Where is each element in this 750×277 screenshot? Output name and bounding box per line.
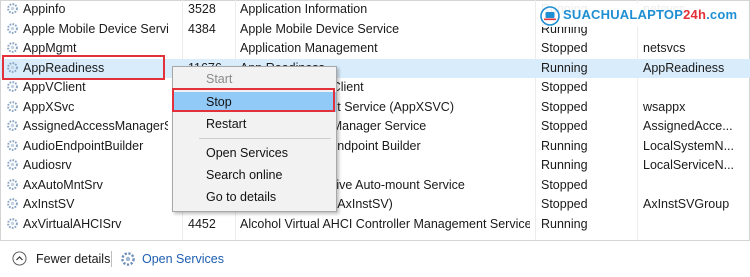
footer-divider (111, 251, 112, 267)
service-name: Audiosrv (6, 156, 168, 175)
service-name: AppXSvc (6, 98, 168, 117)
service-status: Stopped (541, 119, 588, 133)
service-gear-icon (6, 100, 19, 113)
service-name-text: Audiosrv (23, 158, 72, 172)
service-status: Stopped (541, 99, 588, 114)
service-gear-icon (6, 217, 19, 230)
service-name: AudioEndpointBuilder (6, 137, 168, 156)
fewer-details-link[interactable]: Fewer details (36, 250, 110, 268)
service-gear-icon (6, 80, 19, 93)
service-group: AppReadiness (643, 60, 725, 75)
service-gear-icon (6, 178, 19, 191)
menu-item-open-services[interactable]: Open Services (173, 143, 336, 163)
service-name-text: AppVClient (23, 80, 86, 94)
service-name-text: Appinfo (23, 2, 66, 16)
service-name: AxInstSV (6, 195, 168, 214)
service-row[interactable]: AxAutoMntSrv Alcohol Virtual Drive Auto-m… (0, 176, 750, 195)
service-group (643, 78, 748, 97)
footer-bar: Fewer details Open Services (0, 240, 750, 277)
service-description: Application Management (240, 41, 378, 55)
service-gear-icon (6, 2, 19, 15)
service-gear-icon (6, 22, 19, 35)
service-gear-icon (6, 119, 19, 132)
service-group: netsvcs (643, 41, 686, 55)
service-row[interactable]: AppVClientMicrosoft App-V ClientStopped (0, 78, 750, 97)
service-status: Stopped (541, 41, 588, 55)
service-name: AppVClient (6, 78, 168, 97)
service-description: Application Information (240, 2, 368, 16)
service-status: Running (541, 60, 588, 75)
service-description: Apple Mobile Device Service (240, 21, 400, 36)
watermark-logo: SUACHUALAPTOP24h.com (540, 3, 748, 27)
open-services-link[interactable]: Open Services (142, 250, 224, 268)
service-status: Stopped (541, 177, 588, 192)
service-name-text: AxAutoMntSrv (23, 177, 103, 192)
service-row[interactable]: AudiosrvWindows AudioRunningLocalService… (0, 156, 750, 175)
service-group: AssignedAcce... (643, 119, 733, 133)
menu-item-go-to-details[interactable]: Go to details (173, 187, 336, 207)
service-status: Stopped (541, 197, 588, 211)
menu-item-start: Start (206, 72, 233, 86)
service-name-text: AxVirtualAHCISrv (23, 216, 122, 231)
service-name-text: Apple Mobile Device Service (23, 21, 168, 36)
watermark-text: SUACHUALAPTOP24h.com (563, 7, 738, 22)
service-name-text: AudioEndpointBuilder (23, 138, 144, 153)
service-name-text: AppXSvc (23, 99, 75, 114)
highlight-box-appreadiness (2, 55, 165, 80)
service-status: Running (541, 138, 588, 153)
service-gear-icon (6, 139, 19, 152)
service-status: Stopped (541, 80, 588, 94)
services-table: Appinfo 3528 Application Information Runnin… (0, 0, 750, 240)
service-gear-icon (6, 197, 19, 210)
service-row[interactable]: AppXSvc AppX Deployment Service (AppXSVC)… (0, 98, 750, 117)
service-name-text: AssignedAccessManagerSvc (23, 119, 168, 133)
service-group: AxInstSVGroup (643, 197, 730, 211)
chevron-up-icon[interactable] (12, 251, 27, 266)
menu-separator (199, 138, 331, 139)
service-pid: 4384 (188, 21, 216, 36)
service-name: AxAutoMntSrv (6, 176, 168, 195)
service-row[interactable]: AssignedAccessManagerSvcAssignedAccessMa… (0, 117, 750, 136)
service-pid (188, 39, 234, 58)
service-gear-icon (6, 41, 19, 54)
menu-item-restart[interactable]: Restart (173, 114, 336, 134)
menu-item-search-online[interactable]: Search online (173, 165, 336, 185)
service-name-text: AxInstSV (23, 197, 75, 211)
service-name: Appinfo (6, 0, 168, 19)
services-gear-icon (121, 252, 135, 266)
laptop-logo-icon (540, 6, 560, 26)
service-name: Apple Mobile Device Service (6, 20, 168, 39)
service-status: Running (541, 158, 588, 172)
service-group (643, 215, 748, 234)
service-group: LocalServiceN... (643, 158, 735, 172)
service-group: LocalSystemN... (643, 138, 735, 153)
service-name-text: AppMgmt (23, 41, 77, 55)
service-row[interactable]: AxVirtualAHCISrv 4452 Alcohol Virtual AHCI… (0, 215, 750, 234)
service-group: wsappx (643, 99, 686, 114)
service-gear-icon (6, 158, 19, 171)
service-group (643, 176, 748, 195)
service-row[interactable]: AxInstSVActiveX Installer (AxInstSV)Stop… (0, 195, 750, 214)
service-name: AxVirtualAHCISrv (6, 215, 168, 234)
service-description: Alcohol Virtual AHCI Controller Manageme… (240, 216, 530, 231)
highlight-box-stop (172, 88, 335, 112)
service-pid: 3528 (188, 2, 216, 16)
service-pid: 4452 (188, 216, 216, 231)
service-status: Running (541, 216, 588, 231)
service-name: AssignedAccessManagerSvc (6, 117, 168, 136)
service-row[interactable]: AudioEndpointBuilderWindows Audio Endpoi… (0, 137, 750, 156)
